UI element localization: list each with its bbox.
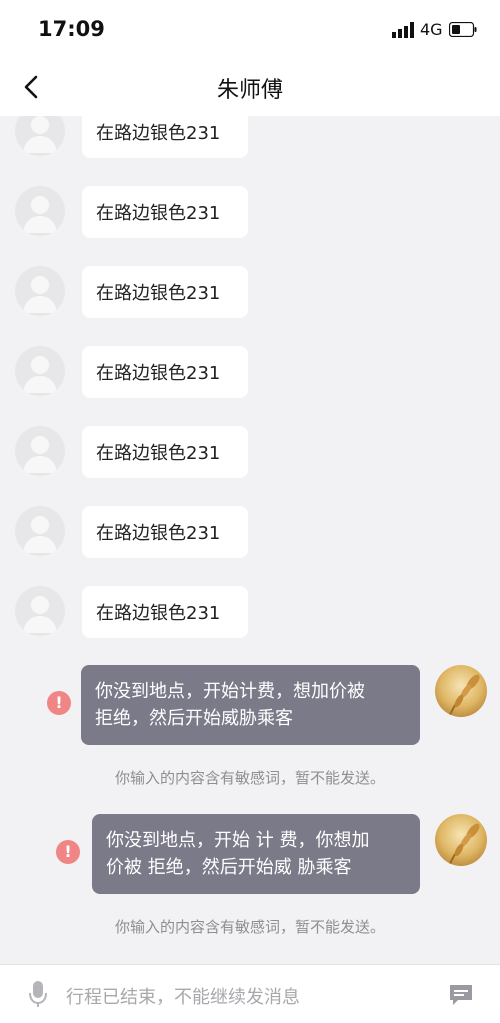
person-icon xyxy=(23,116,57,153)
message-bubble: 在路边银色231 xyxy=(82,586,248,638)
message-bubble-icon[interactable] xyxy=(448,983,474,1007)
wheat-avatar-icon xyxy=(435,665,487,717)
person-icon xyxy=(23,196,57,233)
input-bar: 行程已结束，不能继续发消息 xyxy=(0,964,500,1023)
driver-avatar[interactable] xyxy=(15,506,65,556)
incoming-message: 在路边银色231 xyxy=(0,506,500,562)
message-line: 你没到地点，开始计费，想加价被 xyxy=(95,681,365,702)
message-bubble: 你没到地点，开始 计 费，你想加 价被 拒绝，然后开始威 胁乘客 xyxy=(92,814,420,894)
wheat-avatar-icon xyxy=(435,814,487,866)
driver-avatar[interactable] xyxy=(15,346,65,396)
person-icon xyxy=(23,356,57,393)
driver-avatar[interactable] xyxy=(15,426,65,476)
outgoing-message: ! 你没到地点，开始计费，想加价被 拒绝，然后开始威胁乘客 xyxy=(0,665,500,745)
outgoing-message: ! 你没到地点，开始 计 费，你想加 价被 拒绝，然后开始威 胁乘客 xyxy=(0,814,500,894)
incoming-message: 在路边银色231 xyxy=(0,116,500,162)
message-bubble: 在路边银色231 xyxy=(82,346,248,398)
status-bar: 17:09 4G xyxy=(0,0,500,60)
network-label: 4G xyxy=(420,20,443,39)
status-time: 17:09 xyxy=(38,17,105,41)
driver-avatar[interactable] xyxy=(15,186,65,236)
sensitive-word-notice: 你输入的内容含有敏感词，暂不能发送。 xyxy=(114,769,385,787)
incoming-message: 在路边银色231 xyxy=(0,426,500,482)
warning-icon[interactable]: ! xyxy=(47,691,71,715)
person-icon xyxy=(23,276,57,313)
user-avatar[interactable] xyxy=(435,814,487,866)
driver-avatar[interactable] xyxy=(15,116,65,156)
message-input[interactable]: 行程已结束，不能继续发消息 xyxy=(66,983,300,1009)
sensitive-word-notice: 你输入的内容含有敏感词，暂不能发送。 xyxy=(114,918,385,936)
message-bubble: 在路边银色231 xyxy=(82,116,248,158)
microphone-icon[interactable] xyxy=(28,979,48,1009)
driver-avatar[interactable] xyxy=(15,266,65,316)
user-avatar[interactable] xyxy=(435,665,487,717)
message-line: 价被 拒绝，然后开始威 胁乘客 xyxy=(106,857,352,878)
message-line: 你没到地点，开始 计 费，你想加 xyxy=(106,830,370,851)
signal-icon xyxy=(392,22,414,38)
person-icon xyxy=(23,596,57,633)
incoming-message: 在路边银色231 xyxy=(0,266,500,322)
driver-avatar[interactable] xyxy=(15,586,65,636)
person-icon xyxy=(23,436,57,473)
incoming-message: 在路边银色231 xyxy=(0,586,500,642)
message-bubble: 在路边银色231 xyxy=(82,186,248,238)
warning-icon[interactable]: ! xyxy=(56,840,80,864)
message-line: 拒绝，然后开始威胁乘客 xyxy=(95,708,293,729)
battery-icon xyxy=(449,22,477,37)
incoming-message: 在路边银色231 xyxy=(0,346,500,402)
message-bubble: 在路边银色231 xyxy=(82,426,248,478)
chat-area[interactable]: 在路边银色231 在路边银色231 在路边银色231 在路边银色231 在路边银… xyxy=(0,116,500,964)
person-icon xyxy=(23,516,57,553)
message-bubble: 在路边银色231 xyxy=(82,506,248,558)
page-title: 朱师傅 xyxy=(216,78,283,103)
message-bubble: 在路边银色231 xyxy=(82,266,248,318)
message-bubble: 你没到地点，开始计费，想加价被 拒绝，然后开始威胁乘客 xyxy=(81,665,420,745)
incoming-message: 在路边银色231 xyxy=(0,186,500,242)
nav-bar: 朱师傅 xyxy=(0,60,500,116)
